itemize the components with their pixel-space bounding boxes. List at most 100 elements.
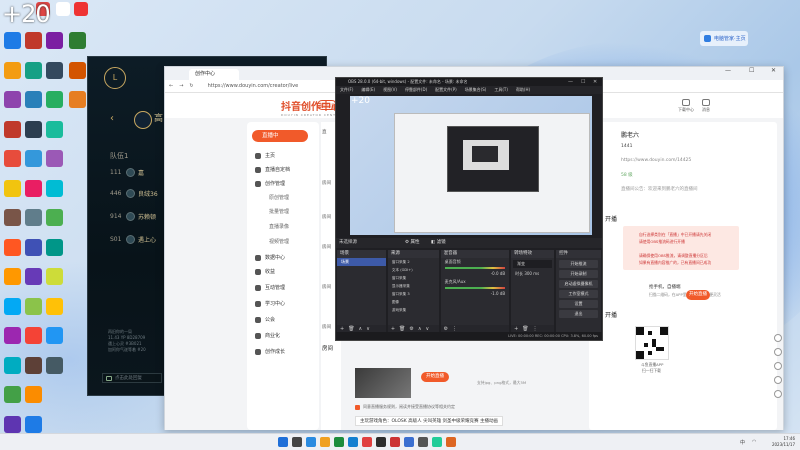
back-arrow-icon[interactable]: ‹ (110, 113, 120, 125)
desktop-app-icon[interactable] (25, 150, 42, 167)
desktop-app-icon[interactable] (4, 120, 21, 138)
desktop-app-icon[interactable] (46, 32, 63, 49)
desktop-app-icon[interactable] (25, 61, 42, 79)
source-item[interactable]: 游戏采集 (388, 306, 439, 314)
desktop-app-icon[interactable] (46, 297, 63, 315)
obs-menu-item[interactable]: 文件(F) (340, 86, 353, 94)
forward-icon[interactable]: → (179, 83, 183, 89)
back-icon[interactable]: ← (169, 83, 173, 89)
sidebar-item[interactable]: 收益 (255, 268, 315, 275)
sidebar-item[interactable]: 互动管理 (255, 284, 315, 291)
start-live-option-3[interactable]: 请确保使用OBS推流，请调整直播分区后 (639, 253, 708, 259)
control-button[interactable]: 启动虚拟摄像机 (559, 280, 599, 288)
team-member-row[interactable]: 446 良绒36 (110, 187, 170, 199)
properties-button[interactable]: ⚙ 属性 (402, 239, 422, 247)
desktop-app-icon[interactable] (25, 238, 42, 256)
source-item[interactable]: 窗口采集 2 (388, 258, 439, 266)
sidebar-item[interactable]: 原创管理 (269, 194, 329, 201)
sidebar-item[interactable]: 公会 (255, 316, 315, 323)
wifi-icon[interactable]: ◠ (752, 439, 756, 445)
source-item[interactable]: 图像 (388, 298, 439, 306)
desktop-app-icon[interactable] (69, 32, 86, 49)
obs-menu-item[interactable]: 编辑(E) (361, 86, 375, 94)
qq-icon[interactable] (404, 437, 414, 447)
chat-input[interactable]: 点击此处回复 (102, 373, 162, 383)
desktop-app-icon[interactable] (4, 209, 21, 226)
profile-link[interactable]: https://www.douyin.com/14425 (621, 158, 691, 163)
obs-close-icon[interactable]: ✕ (593, 78, 597, 86)
desktop-app-icon[interactable] (25, 327, 42, 344)
control-button[interactable]: 开始录制 (559, 270, 599, 278)
obs-menu-item[interactable]: 场景集合(S) (465, 86, 487, 94)
language-indicator[interactable]: 中 (740, 439, 745, 446)
file-explorer-icon[interactable] (320, 437, 330, 447)
desktop-app-icon[interactable] (25, 91, 42, 108)
desktop-app-icon[interactable] (25, 415, 42, 433)
desktop-app-icon[interactable] (25, 386, 42, 403)
live-status-button[interactable]: 直播中 (252, 130, 308, 142)
sidebar-item[interactable]: 学习中心 (255, 300, 315, 307)
desktop-app-icon[interactable] (46, 150, 63, 167)
upload-cover-button[interactable]: 开始直播 (421, 372, 449, 382)
obs-menu-item[interactable]: 停靠部件(D) (405, 86, 427, 94)
desktop-app-icon[interactable] (4, 179, 21, 197)
sidebar-item[interactable]: 商业化 (255, 332, 315, 339)
desktop-app-icon[interactable] (46, 238, 63, 256)
control-button[interactable]: 退出 (559, 310, 599, 318)
sidebar-item[interactable]: 数据中心 (255, 254, 315, 261)
start-live-button[interactable]: 开始直播 (686, 290, 710, 300)
desktop-app-icon[interactable] (4, 327, 21, 344)
desktop-app-icon[interactable] (74, 2, 88, 16)
desktop-app-icon[interactable] (25, 120, 42, 138)
obs-maximize-icon[interactable]: ☐ (581, 78, 585, 86)
edge-icon[interactable] (348, 437, 358, 447)
sidebar-item[interactable]: 直播录像 (269, 223, 329, 230)
pc-manager-notification[interactable]: 电脑管家·主页 (700, 31, 748, 46)
desktop-app-icon[interactable] (46, 61, 63, 79)
sidebar-item[interactable]: 主页 (255, 152, 315, 159)
source-item[interactable]: 显示器采集 (388, 282, 439, 290)
team-member-row[interactable]: S01 遇上心 (110, 233, 170, 245)
desktop-app-icon[interactable] (25, 179, 42, 197)
download-center-button[interactable]: 下载中心 (675, 99, 697, 113)
tab-creator-center[interactable]: 创作中心 (189, 69, 240, 80)
sidebar-item[interactable]: 创作管理 (255, 180, 315, 187)
app-icon[interactable] (432, 437, 442, 447)
feedback-icon[interactable] (774, 362, 782, 370)
desktop-app-icon[interactable] (4, 268, 21, 285)
settings-icon[interactable] (418, 437, 428, 447)
source-item[interactable]: 文本 (GDI+) (388, 266, 439, 274)
sidebar-item[interactable]: 创作成长 (255, 348, 315, 355)
desktop-app-icon[interactable] (46, 268, 63, 285)
control-button[interactable]: 开始推流 (559, 260, 599, 268)
desktop-app-icon[interactable] (25, 297, 42, 315)
desktop-app-icon[interactable] (25, 32, 42, 49)
control-button[interactable]: 工作室模式 (559, 290, 599, 298)
desktop-app-icon[interactable] (4, 356, 21, 374)
desktop-app-icon[interactable] (46, 120, 63, 138)
desktop-app-icon[interactable] (69, 61, 86, 79)
agree-checkbox[interactable] (355, 404, 360, 410)
chat-icon[interactable] (774, 348, 782, 356)
transition-duration[interactable]: 时长 300 ms (511, 270, 554, 278)
close-icon[interactable]: ✕ (771, 67, 776, 74)
desktop-app-icon[interactable] (4, 91, 21, 108)
lol-icon[interactable] (390, 437, 400, 447)
start-icon[interactable] (278, 437, 288, 447)
filters-button[interactable]: ◧ 滤镜 (428, 239, 449, 247)
desktop-app-icon[interactable] (46, 91, 63, 108)
obs-preview[interactable]: +20 (350, 96, 592, 235)
team-member-row[interactable]: 914 苏赖顿 (110, 210, 170, 222)
desktop-app-icon[interactable] (46, 209, 63, 226)
desktop-app-icon[interactable] (46, 327, 63, 344)
obs-menu-item[interactable]: 视图(V) (383, 86, 397, 94)
sidebar-item[interactable]: 批量管理 (269, 208, 329, 215)
desktop-app-icon[interactable] (46, 179, 63, 197)
cover-thumbnail[interactable] (355, 368, 411, 398)
search-icon[interactable] (292, 437, 302, 447)
app-icon[interactable] (446, 437, 456, 447)
control-button[interactable]: 设置 (559, 300, 599, 308)
avatar[interactable] (134, 111, 152, 129)
obs-icon[interactable] (376, 437, 386, 447)
desktop-app-icon[interactable] (4, 297, 21, 315)
